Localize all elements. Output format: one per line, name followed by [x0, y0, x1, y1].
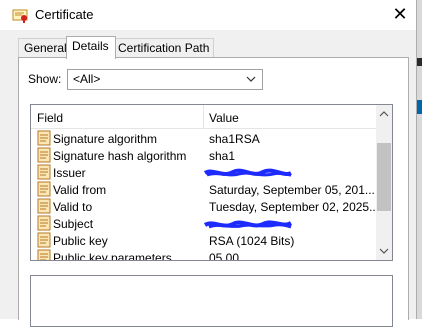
field-name: Subject [53, 217, 94, 231]
tab-certification-path[interactable]: Certification Path [112, 38, 214, 57]
list-row-issuer[interactable]: Issuer [31, 164, 376, 181]
column-header-value[interactable]: Value [209, 111, 239, 125]
tab-details[interactable]: Details [66, 36, 116, 59]
show-dropdown[interactable]: <All> [67, 69, 263, 90]
field-name: Public key [53, 234, 108, 248]
certificate-field-icon [37, 249, 51, 260]
list-row-valid-to[interactable]: Valid to Tuesday, September 02, 2025... [31, 198, 380, 215]
field-name: Valid to [53, 200, 93, 214]
field-name: Public key parameters [53, 251, 172, 261]
field-detail-textbox[interactable] [30, 275, 393, 327]
field-value: 05 00 [209, 251, 240, 261]
field-value: sha1 [209, 149, 236, 163]
certificate-icon [12, 9, 28, 23]
chevron-up-icon[interactable] [379, 109, 389, 119]
chevron-down-icon [246, 76, 256, 82]
field-value: sha1RSA [209, 132, 260, 146]
list-row-valid-from[interactable]: Valid from Saturday, September 05, 201..… [31, 181, 376, 198]
tab-general[interactable]: General [18, 38, 70, 57]
certificate-field-icon [37, 181, 51, 197]
list-row-signature-algorithm[interactable]: Signature algorithm sha1RSA [31, 130, 376, 147]
certificate-field-icon [37, 130, 51, 146]
certificate-field-icon [37, 147, 51, 163]
list-header: Field Value [31, 105, 376, 129]
field-value: Saturday, September 05, 201... [209, 183, 375, 197]
close-button[interactable]: ✕ [388, 3, 412, 27]
window-title: Certificate [35, 7, 94, 22]
certificate-field-icon [37, 215, 51, 231]
list-row-public-key-parameters[interactable]: Public key parameters 05 00 [31, 249, 376, 261]
show-label: Show: [28, 72, 62, 86]
list-row-signature-hash-algorithm[interactable]: Signature hash algorithm sha1 [31, 147, 376, 164]
field-name: Signature hash algorithm [53, 149, 187, 163]
certificate-field-icon [37, 232, 51, 248]
field-value: RSA (1024 Bits) [209, 234, 295, 248]
certificate-field-icon [37, 198, 51, 214]
field-name: Issuer [53, 166, 86, 180]
close-icon: ✕ [392, 4, 408, 24]
certificate-dialog: Certificate ✕ General Details Certificat… [0, 0, 417, 327]
vertical-scrollbar[interactable] [376, 105, 392, 260]
title-bar: Certificate ✕ [0, 0, 416, 30]
column-header-field[interactable]: Field [37, 111, 63, 125]
chevron-down-icon[interactable] [379, 246, 389, 256]
list-row-public-key[interactable]: Public key RSA (1024 Bits) [31, 232, 376, 249]
list-row-subject[interactable]: Subject [31, 215, 376, 232]
show-dropdown-value: <All> [73, 72, 101, 86]
fields-list[interactable]: Field Value Signature algorithm sha1 RSA … [30, 104, 393, 261]
column-divider[interactable] [203, 105, 204, 128]
redaction-scribble [203, 220, 293, 229]
certificate-field-icon [37, 164, 51, 180]
field-value: Tuesday, September 02, 2025... [209, 200, 380, 214]
field-name: Valid from [53, 183, 107, 197]
scrollbar-thumb[interactable] [377, 143, 391, 211]
field-name: Signature algorithm [53, 132, 158, 146]
redaction-scribble [203, 168, 292, 177]
